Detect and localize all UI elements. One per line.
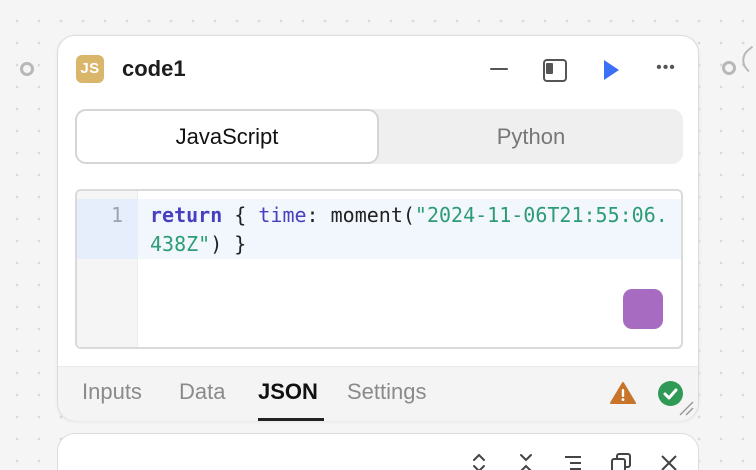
close-icon[interactable]: [658, 452, 680, 470]
code-editor[interactable]: 1 return { time: moment("2024-11-06T21:5…: [75, 189, 683, 349]
warning-icon[interactable]: [610, 381, 636, 405]
tab-python[interactable]: Python: [379, 109, 683, 164]
node-header: JS code1 •••: [58, 36, 698, 102]
minimize-icon[interactable]: [485, 56, 513, 84]
collapse-vertical-icon[interactable]: [515, 452, 537, 470]
line-number: 1: [110, 203, 123, 227]
tab-json[interactable]: JSON: [258, 379, 318, 405]
node-title[interactable]: code1: [122, 56, 186, 82]
bottom-tab-bar: Inputs Data JSON Settings: [58, 366, 698, 421]
tab-data[interactable]: Data: [179, 379, 225, 405]
second-node: [57, 433, 699, 470]
sidebar-icon[interactable]: [541, 56, 569, 84]
resize-handle-icon[interactable]: [678, 400, 694, 416]
code-node: JS code1 ••• JavaScript Python 1 return …: [57, 35, 699, 421]
tab-settings[interactable]: Settings: [347, 379, 427, 405]
code-property: time: [258, 203, 307, 227]
code-tail: ) }: [210, 232, 247, 256]
copy-icon[interactable]: [610, 452, 632, 470]
code-function-call: : moment(: [306, 203, 415, 227]
code-text[interactable]: return { time: moment("2024-11-06T21:55:…: [150, 201, 670, 259]
tab-javascript[interactable]: JavaScript: [75, 109, 379, 164]
expand-vertical-icon[interactable]: [468, 452, 490, 470]
active-tab-underline: [258, 418, 324, 421]
input-handle[interactable]: [20, 62, 34, 76]
javascript-badge-icon: JS: [76, 55, 104, 83]
more-icon[interactable]: •••: [652, 56, 680, 84]
play-icon[interactable]: [597, 56, 625, 84]
output-handle[interactable]: [722, 61, 736, 75]
assistant-button[interactable]: [623, 289, 663, 329]
tab-inputs[interactable]: Inputs: [82, 379, 142, 405]
code-brace-open: {: [222, 203, 259, 227]
connection-wire: [736, 45, 756, 73]
list-indent-icon[interactable]: [562, 452, 584, 470]
code-keyword: return: [150, 203, 223, 227]
language-switch: JavaScript Python: [75, 109, 683, 164]
